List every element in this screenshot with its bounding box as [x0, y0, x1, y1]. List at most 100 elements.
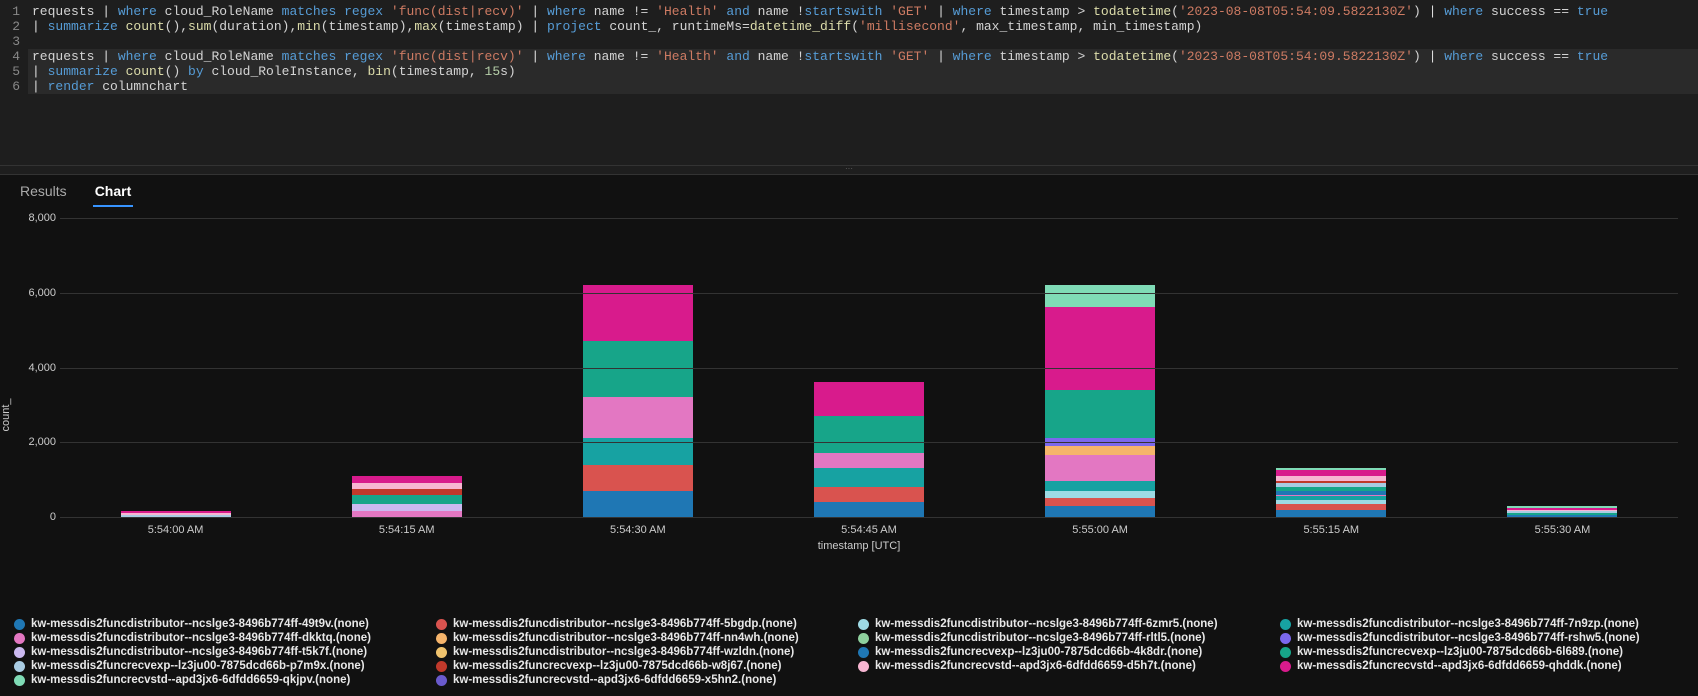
bar-segment[interactable]: [814, 416, 924, 454]
legend-label: kw-messdis2funcdistributor--ncslge3-8496…: [1297, 618, 1639, 630]
legend-item[interactable]: kw-messdis2funcdistributor--ncslge3-8496…: [14, 618, 418, 630]
bar-segment[interactable]: [1045, 455, 1155, 481]
legend-label: kw-messdis2funcrecvstd--apd3jx6-6dfdd665…: [875, 660, 1196, 672]
result-tabs: Results Chart: [0, 175, 1698, 208]
bar-segment[interactable]: [814, 453, 924, 468]
legend-item[interactable]: kw-messdis2funcrecvstd--apd3jx6-6dfdd665…: [1280, 660, 1684, 672]
legend-item[interactable]: kw-messdis2funcdistributor--ncslge3-8496…: [858, 632, 1262, 644]
pane-divider[interactable]: ···: [0, 165, 1698, 175]
legend-swatch-icon: [1280, 661, 1291, 672]
legend-swatch-icon: [436, 661, 447, 672]
legend-label: kw-messdis2funcdistributor--ncslge3-8496…: [453, 646, 794, 658]
legend-swatch-icon: [1280, 619, 1291, 630]
bar-segment[interactable]: [1045, 481, 1155, 490]
bar-segment[interactable]: [1045, 498, 1155, 506]
y-tick-label: 2,000: [18, 436, 56, 448]
bar-segment[interactable]: [583, 491, 693, 517]
legend-item[interactable]: kw-messdis2funcdistributor--ncslge3-8496…: [436, 646, 840, 658]
bar-segment[interactable]: [583, 397, 693, 438]
legend-swatch-icon: [436, 647, 447, 658]
bar-segment[interactable]: [1045, 307, 1155, 390]
bar-segment[interactable]: [1045, 506, 1155, 517]
tab-chart[interactable]: Chart: [93, 179, 134, 207]
legend-label: kw-messdis2funcdistributor--ncslge3-8496…: [31, 632, 371, 644]
code-line[interactable]: | render columnchart: [28, 79, 1698, 94]
code-line[interactable]: requests | where cloud_RoleName matches …: [28, 4, 1698, 19]
query-editor[interactable]: 123456 requests | where cloud_RoleName m…: [0, 0, 1698, 165]
legend-swatch-icon: [14, 675, 25, 686]
line-number-gutter: 123456: [0, 4, 28, 135]
legend-label: kw-messdis2funcrecvexp--lz3ju00-7875dcd6…: [31, 660, 365, 672]
bar-segment[interactable]: [352, 495, 462, 504]
tab-results[interactable]: Results: [18, 179, 69, 207]
legend-item[interactable]: kw-messdis2funcdistributor--ncslge3-8496…: [858, 618, 1262, 630]
bar-segment[interactable]: [583, 341, 693, 397]
line-number: 1: [0, 4, 20, 19]
x-axis: 5:54:00 AM5:54:15 AM5:54:30 AM5:54:45 AM…: [60, 524, 1678, 536]
y-tick-label: 0: [18, 511, 56, 523]
legend-item[interactable]: kw-messdis2funcrecvstd--apd3jx6-6dfdd665…: [858, 660, 1262, 672]
x-tick-label: 5:55:30 AM: [1447, 524, 1678, 536]
bar-stack[interactable]: [352, 476, 462, 517]
x-tick-label: 5:55:00 AM: [985, 524, 1216, 536]
bar-stack[interactable]: [1507, 506, 1617, 517]
bar-stack[interactable]: [814, 382, 924, 517]
bar-segment[interactable]: [352, 504, 462, 512]
bar-segment[interactable]: [1045, 446, 1155, 455]
legend-item[interactable]: kw-messdis2funcrecvstd--apd3jx6-6dfdd665…: [436, 674, 840, 686]
code-line[interactable]: | summarize count(),sum(duration),min(ti…: [28, 19, 1698, 34]
legend-item[interactable]: kw-messdis2funcrecvexp--lz3ju00-7875dcd6…: [1280, 646, 1684, 658]
bar-segment[interactable]: [352, 476, 462, 484]
legend-swatch-icon: [858, 633, 869, 644]
x-tick-label: 5:55:15 AM: [1216, 524, 1447, 536]
bar-stack[interactable]: [1045, 285, 1155, 518]
bar-segment[interactable]: [1276, 510, 1386, 518]
legend-item[interactable]: kw-messdis2funcdistributor--ncslge3-8496…: [436, 618, 840, 630]
legend-item[interactable]: kw-messdis2funcdistributor--ncslge3-8496…: [436, 632, 840, 644]
bar-segment[interactable]: [1045, 491, 1155, 499]
legend-label: kw-messdis2funcrecvexp--lz3ju00-7875dcd6…: [1297, 646, 1623, 658]
line-number: 4: [0, 49, 20, 64]
legend-item[interactable]: kw-messdis2funcdistributor--ncslge3-8496…: [1280, 618, 1684, 630]
legend-item[interactable]: kw-messdis2funcdistributor--ncslge3-8496…: [14, 646, 418, 658]
legend-swatch-icon: [14, 661, 25, 672]
bar-segment[interactable]: [1045, 285, 1155, 308]
legend-label: kw-messdis2funcrecvexp--lz3ju00-7875dcd6…: [453, 660, 782, 672]
line-number: 5: [0, 64, 20, 79]
legend-item[interactable]: kw-messdis2funcdistributor--ncslge3-8496…: [1280, 632, 1684, 644]
legend-swatch-icon: [858, 647, 869, 658]
y-tick-label: 4,000: [18, 362, 56, 374]
legend-swatch-icon: [14, 633, 25, 644]
gridline: [60, 293, 1678, 294]
code-line[interactable]: [28, 34, 1698, 49]
gridline: [60, 218, 1678, 219]
bar-stack[interactable]: [583, 285, 693, 518]
line-number: 2: [0, 19, 20, 34]
legend-label: kw-messdis2funcrecvexp--lz3ju00-7875dcd6…: [875, 646, 1202, 658]
legend-item[interactable]: kw-messdis2funcrecvexp--lz3ju00-7875dcd6…: [14, 660, 418, 672]
bar-stack[interactable]: [1276, 468, 1386, 517]
code-line[interactable]: requests | where cloud_RoleName matches …: [28, 49, 1698, 64]
chart-plot[interactable]: 02,0004,0006,0008,000: [60, 218, 1678, 518]
bar-segment[interactable]: [814, 487, 924, 502]
legend-item[interactable]: kw-messdis2funcrecvstd--apd3jx6-6dfdd665…: [14, 674, 418, 686]
legend-item[interactable]: kw-messdis2funcdistributor--ncslge3-8496…: [14, 632, 418, 644]
legend-label: kw-messdis2funcrecvstd--apd3jx6-6dfdd665…: [453, 674, 776, 686]
legend-item[interactable]: kw-messdis2funcrecvexp--lz3ju00-7875dcd6…: [858, 646, 1262, 658]
gridline: [60, 517, 1678, 518]
bar-segment[interactable]: [583, 465, 693, 491]
code-area[interactable]: requests | where cloud_RoleName matches …: [28, 4, 1698, 135]
legend-swatch-icon: [14, 647, 25, 658]
legend-item[interactable]: kw-messdis2funcrecvexp--lz3ju00-7875dcd6…: [436, 660, 840, 672]
y-tick-label: 8,000: [18, 212, 56, 224]
bar-segment[interactable]: [1045, 390, 1155, 439]
legend-swatch-icon: [436, 675, 447, 686]
legend-swatch-icon: [858, 619, 869, 630]
bar-segment[interactable]: [814, 502, 924, 517]
y-axis-title: count_: [0, 398, 12, 431]
bar-segment[interactable]: [814, 468, 924, 487]
legend-label: kw-messdis2funcdistributor--ncslge3-8496…: [453, 632, 799, 644]
legend-swatch-icon: [1280, 647, 1291, 658]
code-line[interactable]: | summarize count() by cloud_RoleInstanc…: [28, 64, 1698, 79]
bar-segment[interactable]: [814, 382, 924, 416]
